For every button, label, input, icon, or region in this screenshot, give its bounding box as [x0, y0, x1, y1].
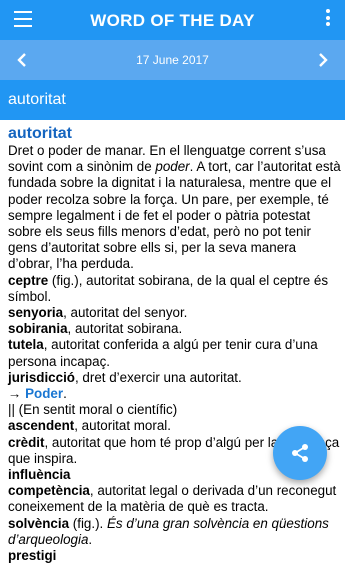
- app-bar: WORD OF THE DAY: [0, 0, 345, 40]
- definition-text: . A tort, car l’autoritat està fundada s…: [8, 159, 341, 272]
- see-also-end: .: [63, 386, 67, 402]
- sense-line: solvència (fig.). És d’una gran solvènci…: [8, 516, 342, 548]
- sense-term: ascendent: [8, 418, 75, 434]
- sense-term: competència: [8, 483, 90, 499]
- word-bar: autoritat: [0, 80, 345, 120]
- sense-line: tutela, autoritat conferida a algú per t…: [8, 337, 342, 369]
- sense-line: sobirania, autoritat sobirana.: [8, 321, 342, 337]
- definition-italic: poder: [155, 159, 190, 175]
- sense-term: influència: [8, 467, 71, 483]
- sense-text: , autoritat del senyor.: [63, 305, 188, 321]
- sense-text: , autoritat conferida a algú per tenir c…: [8, 337, 318, 369]
- current-word: autoritat: [8, 91, 66, 108]
- sense-line: ceptre (fig.), autoritat sobirana, de la…: [8, 273, 342, 305]
- sense-term: jurisdicció: [8, 369, 75, 385]
- see-also-link[interactable]: Poder: [25, 386, 63, 401]
- sense-text: , autoritat sobirana.: [67, 321, 183, 337]
- sense-term: solvència: [8, 515, 70, 531]
- sense-text: , dret d’exercir una autoritat.: [74, 369, 242, 385]
- sense-term: ceptre: [8, 272, 49, 288]
- moral-note: || (En sentit moral o científic): [8, 402, 178, 418]
- sense-text: , autoritat moral.: [74, 418, 171, 434]
- date-label: 17 June 2017: [136, 53, 209, 67]
- date-bar: 17 June 2017: [0, 40, 345, 80]
- definition-paragraph: Dret o poder de manar. En el llenguatge …: [8, 143, 342, 273]
- sense-term: prestigi: [8, 548, 57, 564]
- sense-term: sobirania: [8, 321, 68, 337]
- sense-text: (fig.), autoritat sobirana, de la qual e…: [8, 272, 329, 304]
- see-also-line: → Poder.: [8, 386, 342, 402]
- sense-term: senyoria: [8, 305, 64, 321]
- sense-term: tutela: [8, 337, 44, 353]
- share-button[interactable]: [273, 426, 327, 480]
- sense-line: senyoria, autoritat del senyor.: [8, 305, 342, 321]
- sense-line: competència, autoritat legal o derivada …: [8, 483, 342, 515]
- sense-line: prestigi: [8, 548, 342, 564]
- headword: autoritat: [8, 125, 72, 142]
- app-title: WORD OF THE DAY: [90, 11, 255, 30]
- sense-line: jurisdicció, dret d’exercir una autorita…: [8, 370, 342, 386]
- more-vertical-icon[interactable]: [325, 9, 331, 31]
- definition-content: autoritat Dret o poder de manar. En el l…: [8, 124, 342, 564]
- chevron-right-icon[interactable]: [315, 52, 331, 68]
- sense-text: (fig.).: [69, 515, 107, 531]
- share-icon: [292, 444, 308, 462]
- arrow-glyph: →: [8, 386, 26, 402]
- sense-term: crèdit: [8, 434, 45, 450]
